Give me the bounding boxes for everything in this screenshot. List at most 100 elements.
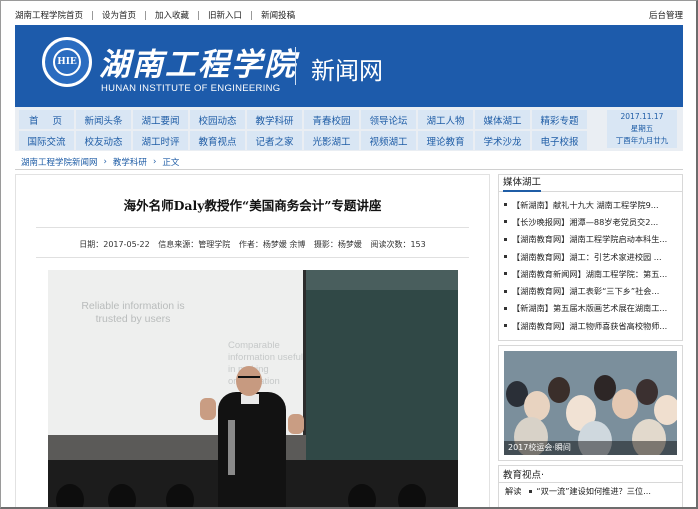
date-gregorian: 2017.11.17 — [620, 112, 664, 121]
crowd-figure — [636, 379, 658, 405]
edu-view-box: 教育视点· 解读 “双一流”建设如何推进？三位... — [498, 465, 683, 507]
list-item[interactable]: 【湖南教育网】湖工：引艺术家进校园 ... — [503, 248, 678, 265]
school-logo-inner: HIE — [53, 48, 81, 76]
nav-item-international[interactable]: 国际交流 — [19, 131, 74, 150]
top-link-old-entry[interactable]: 旧新入口 — [208, 9, 242, 21]
article-date: 日期：2017-05-22 — [79, 240, 150, 249]
list-item[interactable]: 【湖南教育网】湖工物师喜获省高校物师... — [503, 317, 678, 334]
breadcrumb-section[interactable]: 教学科研 — [113, 156, 147, 168]
nav-item-video[interactable]: 视频湖工 — [361, 131, 416, 150]
bullet-icon — [504, 289, 507, 293]
audience-head — [56, 484, 84, 507]
top-link-home[interactable]: 湖南工程学院首页 — [15, 9, 83, 21]
sidebar: 媒体湖工 【新湖南】献礼十九大 湖南工程学院9... 【长沙晚报网】湘潭—88岁… — [498, 174, 683, 507]
divider — [198, 10, 200, 20]
nav-item-reporters[interactable]: 记者之家 — [247, 131, 302, 150]
media-box-header: 媒体湖工 — [499, 175, 682, 192]
audience-head — [166, 484, 194, 507]
audience-heads — [48, 484, 458, 507]
list-item[interactable]: 【新湖南】献礼十九大 湖南工程学院9... — [503, 196, 678, 213]
list-item-text: 【新湖南】第五届木版画艺术展在湖南工... — [512, 303, 668, 314]
media-box-title: 媒体湖工 — [503, 174, 542, 192]
list-item[interactable]: 【长沙晚报网】湘潭—88岁老党员交2... — [503, 213, 678, 230]
audience-head — [348, 484, 376, 507]
edu-view-label: 解读 — [505, 486, 522, 496]
nav-item-leaders[interactable]: 领导论坛 — [361, 110, 416, 129]
featured-photo[interactable]: 2017校运会·瞬间 — [504, 351, 677, 455]
article-author: 作者：杨梦媛 余博 — [238, 240, 306, 249]
school-name-cn: 湖南工程学院 — [99, 47, 297, 83]
divider — [36, 257, 469, 258]
bullet-icon — [504, 203, 507, 207]
list-item[interactable]: 【湖南教育新闻网】湖南工程学院：第五... — [503, 265, 678, 282]
top-link-admin[interactable]: 后台管理 — [649, 9, 683, 21]
nav-item-alumni[interactable]: 校友动态 — [76, 131, 131, 150]
breadcrumb-home[interactable]: 湖南工程学院新闻网 — [21, 156, 98, 168]
bullet-icon — [529, 489, 533, 493]
bullet-icon — [504, 220, 507, 224]
lecturer-glasses — [238, 376, 260, 381]
bullet-icon — [504, 324, 507, 328]
bullet-icon — [504, 255, 507, 259]
list-item-text: 【长沙晚报网】湘潭—88岁老党员交2... — [512, 216, 659, 227]
list-item-text: 【湖南教育网】湖工：引艺术家进校园 ... — [512, 251, 662, 262]
article-photo[interactable]: Reliable information is trusted by users… — [48, 270, 458, 507]
list-item[interactable]: 【新湖南】第五届木版画艺术展在湖南工... — [503, 300, 678, 317]
date-box: 2017.11.17 星期五 丁酉年九月廿九 — [607, 110, 677, 148]
list-item[interactable]: 【湖南教育网】湖工表彰“三下乡”社会... — [503, 282, 678, 299]
featured-photo-caption: 2017校运会·瞬间 — [504, 441, 677, 455]
breadcrumb-arrow-icon: › — [103, 157, 107, 167]
nav-item-key-news[interactable]: 湖工要闻 — [133, 110, 188, 129]
nav-item-headlines[interactable]: 新闻头条 — [76, 110, 131, 129]
nav-item-topics[interactable]: 精彩专题 — [532, 110, 587, 129]
nav-item-salon[interactable]: 学术沙龙 — [475, 131, 530, 150]
list-item-text: 【湖南教育网】湖工表彰“三下乡”社会... — [512, 286, 660, 297]
nav-item-theory[interactable]: 理论教育 — [418, 131, 473, 150]
nav-item-education[interactable]: 教育视点 — [190, 131, 245, 150]
divider — [251, 10, 253, 20]
nav-item-epaper[interactable]: 电子校报 — [532, 131, 587, 150]
list-item[interactable]: 【湖南教育网】湖南工程学院启动本科生... — [503, 231, 678, 248]
article-panel: 海外名师Daly教授作“美国商务会计”专题讲座 日期：2017-05-22 信息… — [15, 174, 490, 507]
nav-row-1: 首页 新闻头条 湖工要闻 校园动态 教学科研 青春校园 领导论坛 湖工人物 媒体… — [19, 110, 604, 129]
article-title: 海外名师Daly教授作“美国商务会计”专题讲座 — [123, 198, 382, 213]
top-link-submit-news[interactable]: 新闻投稿 — [261, 9, 295, 21]
lecturer-shirt-stripe — [228, 420, 235, 475]
slide-text-reliable: Reliable information is trusted by users — [81, 300, 185, 325]
nav-item-campus[interactable]: 校园动态 — [190, 110, 245, 129]
breadcrumb-current: 正文 — [162, 158, 180, 168]
blackboard — [306, 270, 458, 460]
article-photographer: 摄影：杨梦媛 — [313, 240, 362, 249]
audience-head — [108, 484, 136, 507]
browser-frame: 湖南工程学院首页 设为首页 加入收藏 旧新入口 新闻投稿 后台管理 HIE 湖南… — [0, 0, 698, 509]
lecturer-right-hand — [288, 414, 304, 434]
nav-item-media[interactable]: 媒体湖工 — [475, 110, 530, 129]
edu-view-title: 教育视点· — [503, 470, 545, 481]
article-meta: 日期：2017-05-22 信息来源：管理学院 作者：杨梦媛 余博 摄影：杨梦媛… — [16, 239, 489, 250]
site-header: HIE 湖南工程学院 HUNAN INSTITUTE OF ENGINEERIN… — [15, 25, 683, 107]
nav-item-youth[interactable]: 青春校园 — [304, 110, 359, 129]
media-box: 媒体湖工 【新湖南】献礼十九大 湖南工程学院9... 【长沙晚报网】湘潭—88岁… — [498, 174, 683, 342]
crowd-figure — [654, 395, 677, 425]
school-logo[interactable]: HIE — [42, 37, 92, 87]
lecturer-head — [236, 366, 262, 396]
list-item-text: 【湖南教育新闻网】湖南工程学院：第五... — [512, 268, 668, 279]
nav-item-commentary[interactable]: 湖工时评 — [133, 131, 188, 150]
site-name: 新闻网 — [311, 57, 383, 85]
nav-item-people[interactable]: 湖工人物 — [418, 110, 473, 129]
top-link-set-home[interactable]: 设为首页 — [102, 9, 136, 21]
article-source: 信息来源：管理学院 — [158, 240, 231, 249]
nav-grid: 首页 新闻头条 湖工要闻 校园动态 教学科研 青春校园 领导论坛 湖工人物 媒体… — [19, 110, 604, 152]
media-news-list: 【新湖南】献礼十九大 湖南工程学院9... 【长沙晚报网】湘潭—88岁老党员交2… — [499, 192, 682, 340]
nav-item-home[interactable]: 首页 — [19, 110, 74, 129]
breadcrumb-arrow-icon: › — [152, 157, 157, 167]
nav-item-teaching[interactable]: 教学科研 — [247, 110, 302, 129]
list-item-text: 【新湖南】献礼十九大 湖南工程学院9... — [512, 199, 659, 210]
nav-item-photos[interactable]: 光影湖工 — [304, 131, 359, 150]
top-link-favorite[interactable]: 加入收藏 — [155, 9, 189, 21]
list-item[interactable]: 解读 “双一流”建设如何推进？三位... — [499, 483, 682, 499]
crowd-figure — [548, 377, 570, 403]
list-item-text: 【湖南教育网】湖工物师喜获省高校物师... — [512, 320, 668, 331]
list-item-text: 【湖南教育网】湖南工程学院启动本科生... — [512, 234, 668, 245]
edu-view-header: 教育视点· — [499, 466, 682, 483]
